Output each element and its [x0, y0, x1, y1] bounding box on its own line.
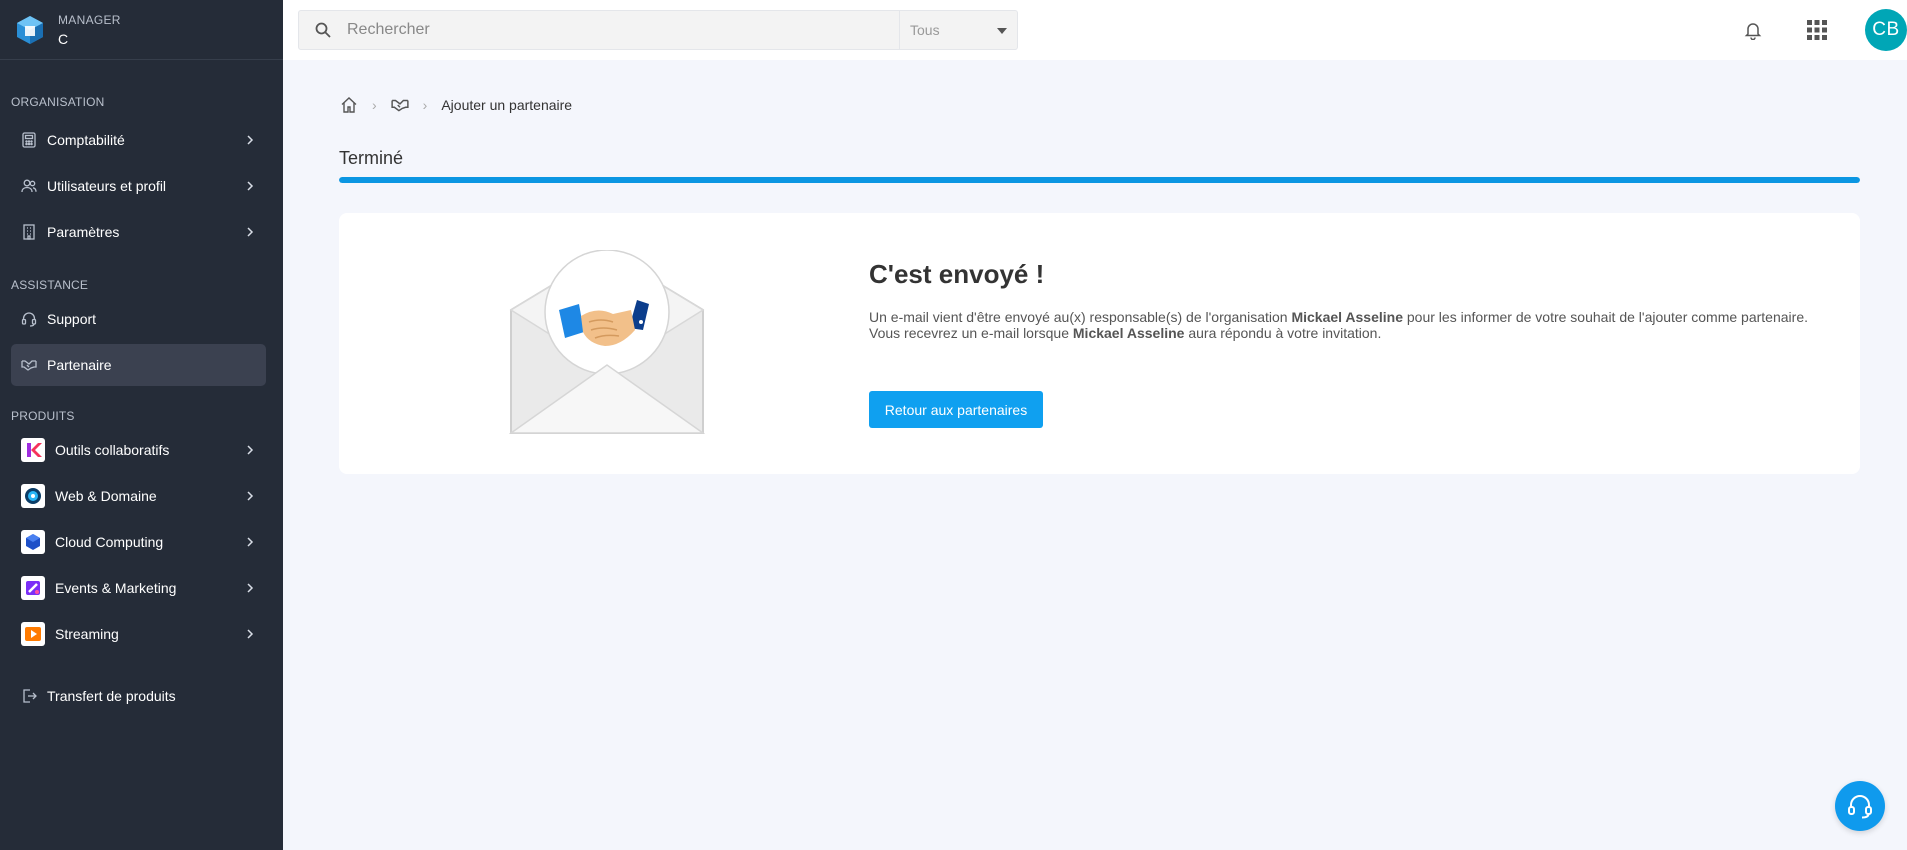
section-title-assistance: ASSISTANCE: [11, 278, 89, 292]
search-bar: Tous: [298, 10, 1018, 50]
breadcrumb-home[interactable]: [340, 96, 358, 114]
handshake-icon: [21, 357, 37, 373]
message-text: aura répondu à votre invitation.: [1188, 325, 1382, 341]
sidebar-item-web-domaine[interactable]: Web & Domaine: [11, 475, 266, 517]
search-input[interactable]: [347, 11, 899, 49]
sidebar-item-comptabilite[interactable]: Comptabilité: [11, 119, 266, 161]
breadcrumb-separator-icon: ›: [422, 97, 428, 113]
sidebar-item-cloud-computing[interactable]: Cloud Computing: [11, 521, 266, 563]
sidebar-item-label: Cloud Computing: [55, 534, 164, 550]
sidebar-item-label: Support: [47, 311, 97, 327]
search-scope-value: Tous: [910, 22, 940, 38]
page-title: Terminé: [339, 148, 404, 168]
grid-icon: [1807, 20, 1827, 40]
streaming-logo-icon: [21, 622, 45, 646]
search-scope-select[interactable]: Tous: [899, 11, 1017, 49]
breadcrumb: › › Ajouter un partenaire: [340, 94, 572, 116]
handshake-icon: [391, 99, 409, 112]
success-message: Un e-mail vient d'être envoyé au(x) resp…: [869, 309, 1829, 341]
sidebar-item-label: Web & Domaine: [55, 488, 157, 504]
chevron-right-icon: [247, 537, 254, 547]
chevron-right-icon: [247, 445, 254, 455]
breadcrumb-separator-icon: ›: [372, 97, 377, 113]
building-icon: [21, 224, 37, 240]
avatar[interactable]: CB: [1865, 9, 1907, 51]
topbar: Tous CB: [283, 0, 1907, 60]
apps-menu-button[interactable]: [1803, 16, 1831, 44]
confirmation-card: C'est envoyé ! Un e-mail vient d'être en…: [339, 213, 1860, 474]
breadcrumb-partner[interactable]: [391, 98, 409, 112]
section-title-organisation: ORGANISATION: [11, 95, 105, 109]
sidebar-item-label: Utilisateurs et profil: [47, 178, 167, 194]
organization-name-highlight: Mickael Asseline: [1072, 325, 1185, 341]
brand[interactable]: MANAGER C: [0, 0, 283, 60]
chevron-right-icon: [247, 491, 254, 501]
envelope-handshake-illustration: [509, 250, 705, 434]
cloud-computing-logo-icon: [21, 530, 45, 554]
sidebar-item-outils-collaboratifs[interactable]: Outils collaboratifs: [11, 429, 266, 471]
search-icon: [299, 11, 347, 49]
sidebar-item-parametres[interactable]: Paramètres: [11, 211, 266, 253]
sidebar-item-transfert-produits[interactable]: Transfert de produits: [11, 675, 266, 717]
message-text: Vous recevrez un e-mail lorsque: [869, 325, 1069, 341]
brand-subtitle: MANAGER: [58, 12, 121, 27]
breadcrumb-current: Ajouter un partenaire: [441, 97, 573, 113]
sidebar-item-label: Partenaire: [47, 357, 112, 373]
headset-icon: [1848, 795, 1872, 819]
message-text: Un e-mail vient d'être envoyé au(x) resp…: [869, 309, 1288, 325]
web-domain-logo-icon: [21, 484, 45, 508]
section-title-produits: PRODUITS: [11, 409, 75, 423]
progress-bar-fill: [339, 177, 1860, 183]
help-chat-button[interactable]: [1835, 781, 1885, 831]
headset-icon: [21, 311, 37, 327]
sidebar-item-label: Events & Marketing: [55, 580, 177, 596]
events-marketing-logo-icon: [21, 576, 45, 600]
sidebar-item-partenaire[interactable]: Partenaire: [11, 344, 266, 386]
sidebar-item-support[interactable]: Support: [11, 298, 266, 340]
sidebar-item-label: Comptabilité: [47, 132, 125, 148]
export-icon: [21, 688, 37, 704]
home-icon: [341, 97, 357, 113]
chevron-right-icon: [247, 227, 254, 237]
caret-down-icon: [997, 28, 1007, 34]
chevron-right-icon: [247, 629, 254, 639]
sidebar-item-events-marketing[interactable]: Events & Marketing: [11, 567, 266, 609]
back-to-partners-button[interactable]: Retour aux partenaires: [869, 391, 1043, 428]
sidebar: MANAGER C ORGANISATION Comptabilité Util…: [0, 0, 283, 850]
progress-bar: [339, 177, 1860, 183]
organization-name-highlight: Mickael Asseline: [1291, 309, 1403, 325]
chevron-right-icon: [247, 583, 254, 593]
sidebar-item-label: Streaming: [55, 626, 119, 642]
chevron-right-icon: [247, 181, 254, 191]
organization-name: C: [58, 30, 69, 47]
sidebar-item-utilisateurs[interactable]: Utilisateurs et profil: [11, 165, 266, 207]
sidebar-item-label: Paramètres: [47, 224, 120, 240]
notifications-button[interactable]: [1739, 16, 1767, 44]
sidebar-item-label: Transfert de produits: [47, 688, 176, 704]
users-icon: [21, 178, 37, 194]
success-heading: C'est envoyé !: [869, 259, 1045, 289]
calculator-icon: [21, 132, 37, 148]
message-text: pour les informer de votre souhait de l'…: [1406, 309, 1808, 325]
manager-logo-icon: [17, 15, 43, 44]
sidebar-item-streaming[interactable]: Streaming: [11, 613, 266, 655]
bell-icon: [1744, 23, 1762, 40]
sidebar-item-label: Outils collaboratifs: [55, 442, 170, 458]
kchat-logo-icon: [21, 438, 45, 462]
chevron-right-icon: [247, 135, 254, 145]
